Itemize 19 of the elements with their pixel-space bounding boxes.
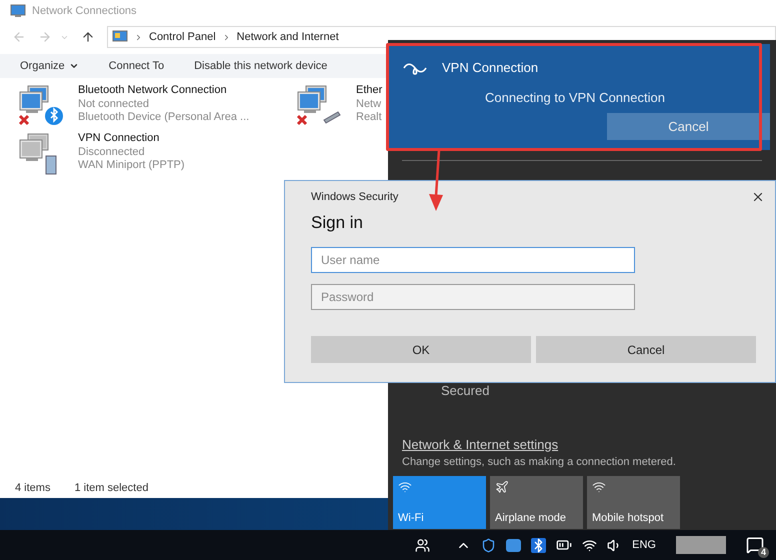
connection-status: Disconnected	[78, 146, 146, 159]
notification-message: Connecting to VPN Connection	[484, 88, 666, 107]
connection-status: Netw	[356, 98, 382, 111]
connection-device: WAN Miniport (PPTP)	[78, 159, 185, 172]
window-title: Network Connections	[32, 4, 137, 19]
connection-name: Ether	[356, 84, 382, 98]
notification-count: 4	[758, 547, 769, 558]
status-bar-text: 1 item selected	[74, 480, 148, 496]
status-bar-text: 4 items	[15, 480, 50, 496]
connection-device: Bluetooth Device (Personal Area ...	[78, 111, 250, 124]
connection-device: Realt	[356, 111, 382, 124]
settings-description: Change settings, such as making a connection metered.	[401, 455, 677, 470]
connection-status: Not connected	[78, 98, 150, 111]
network-status: Secured	[440, 382, 490, 400]
dialog-heading: Sign in	[311, 212, 364, 234]
connection-name: Bluetooth Network Connection	[78, 84, 228, 98]
notification-title: VPN Connection	[442, 59, 538, 77]
dialog-title: Windows Security	[311, 190, 398, 205]
connection-name: VPN Connection	[78, 132, 160, 146]
